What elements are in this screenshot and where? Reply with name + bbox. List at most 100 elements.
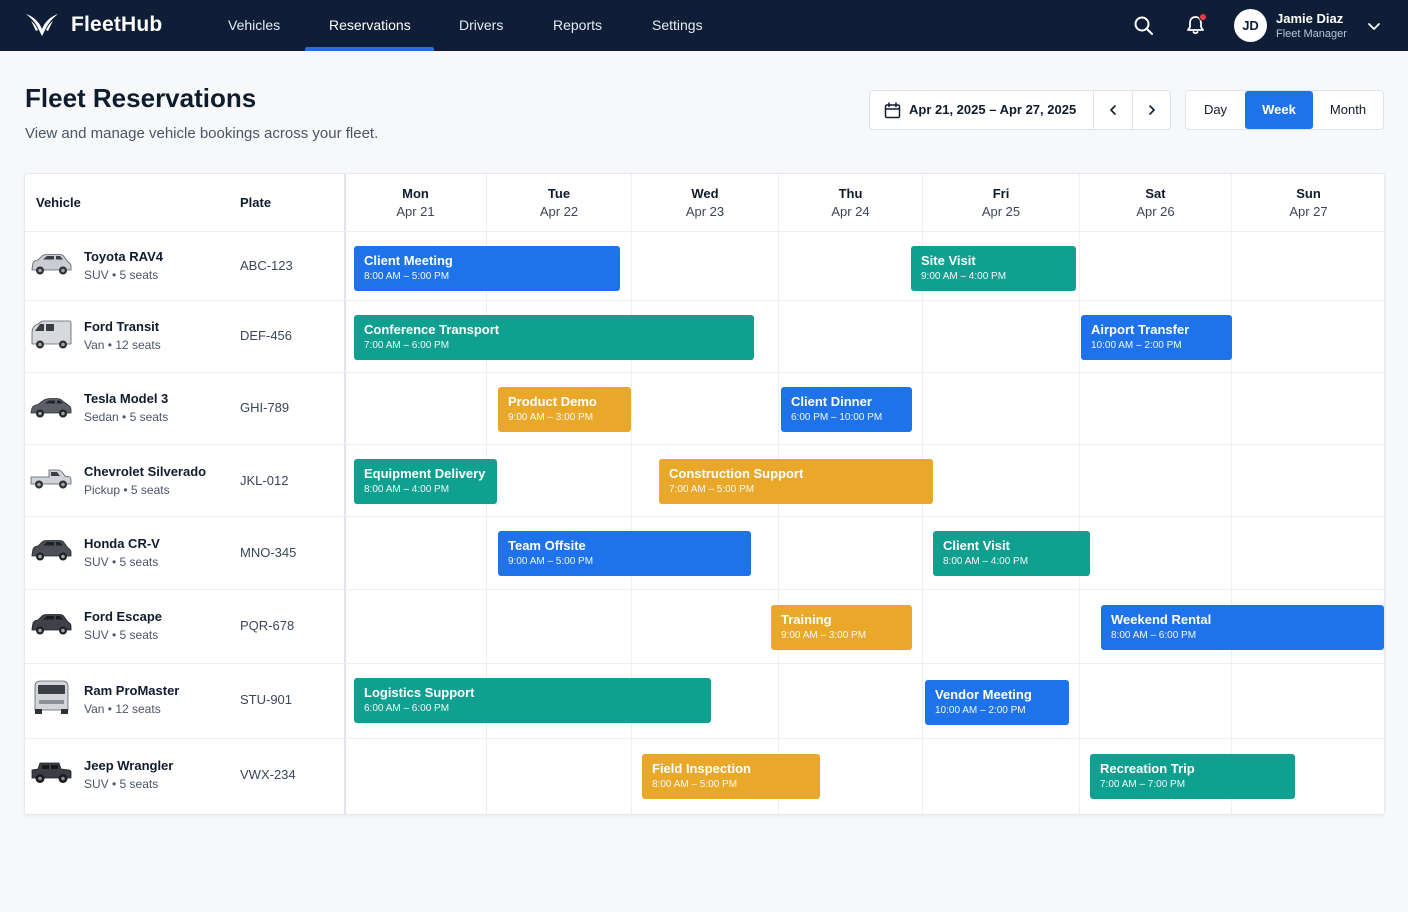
vehicle-plate: DEF-456 <box>240 328 293 343</box>
booking-block[interactable]: Client Meeting 8:00 AM – 5:00 PM <box>354 246 620 291</box>
day-date: Apr 27 <box>1289 204 1328 219</box>
vehicle-name[interactable]: Ram ProMaster <box>84 683 179 698</box>
booking-time: 7:00 AM – 5:00 PM <box>669 484 755 495</box>
booking-time: 6:00 AM – 6:00 PM <box>364 703 450 714</box>
vehicle-plate: PQR-678 <box>240 618 295 633</box>
notification-badge <box>1199 13 1207 21</box>
day-date: Apr 21 <box>396 204 435 219</box>
vehicle-name[interactable]: Toyota RAV4 <box>84 249 163 264</box>
previous-week-button[interactable] <box>1093 91 1132 129</box>
brand[interactable]: FleetHub <box>25 12 162 38</box>
suv-icon <box>31 254 72 275</box>
nav-settings[interactable]: Settings <box>652 0 703 51</box>
booking-title: Logistics Support <box>364 685 475 700</box>
booking-block[interactable]: Site Visit 9:00 AM – 4:00 PM <box>911 246 1076 291</box>
day-date: Apr 23 <box>685 204 725 219</box>
nav-reservations[interactable]: Reservations <box>329 0 411 51</box>
view-month-button[interactable]: Month <box>1313 91 1383 129</box>
date-range-picker[interactable]: Apr 21, 2025 – Apr 27, 2025 <box>869 90 1171 130</box>
column-header-plate[interactable]: Plate <box>240 195 271 210</box>
vehicle-meta: SUV • 5 seats <box>84 777 159 791</box>
booking-block[interactable]: Team Offsite 9:00 AM – 5:00 PM <box>498 531 751 576</box>
day-header: Wed Apr 23 <box>632 186 778 219</box>
day-name: Sun <box>1296 186 1321 201</box>
booking-title: Team Offsite <box>508 538 586 553</box>
chevron-down-icon[interactable] <box>1367 19 1381 33</box>
pickup-icon <box>30 469 72 489</box>
booking-block[interactable]: Airport Transfer 10:00 AM – 2:00 PM <box>1081 315 1232 360</box>
vehicle-name[interactable]: Ford Escape <box>84 609 162 624</box>
booking-block[interactable]: Logistics Support 6:00 AM – 6:00 PM <box>354 678 711 723</box>
vehicle-plate: JKL-012 <box>240 473 289 488</box>
nav-drivers[interactable]: Drivers <box>459 0 503 51</box>
grid-divider <box>25 516 1384 517</box>
avatar[interactable]: JD <box>1234 9 1267 42</box>
column-header-vehicle[interactable]: Vehicle <box>36 195 81 210</box>
day-date: Apr 24 <box>831 204 870 219</box>
booking-title: Product Demo <box>508 394 597 409</box>
view-toggle: Day Week Month <box>1185 90 1384 130</box>
booking-block[interactable]: Product Demo 9:00 AM – 3:00 PM <box>498 387 631 432</box>
date-range-label: Apr 21, 2025 – Apr 27, 2025 <box>909 102 1077 117</box>
booking-time: 9:00 AM – 4:00 PM <box>921 271 1007 282</box>
booking-block[interactable]: Field Inspection 8:00 AM – 5:00 PM <box>642 754 820 799</box>
booking-time: 6:00 PM – 10:00 PM <box>791 412 883 423</box>
vehicle-meta: Van • 12 seats <box>84 338 161 352</box>
day-header: Sun Apr 27 <box>1232 186 1385 219</box>
booking-block[interactable]: Equipment Delivery 8:00 AM – 4:00 PM <box>354 459 497 504</box>
booking-title: Weekend Rental <box>1111 612 1212 627</box>
vehicle-plate: MNO-345 <box>240 545 297 560</box>
day-date: Apr 22 <box>539 204 579 219</box>
vehicle-name[interactable]: Chevrolet Silverado <box>84 464 206 479</box>
booking-block[interactable]: Client Visit 8:00 AM – 4:00 PM <box>933 531 1090 576</box>
booking-title: Conference Transport <box>364 322 500 337</box>
search-icon[interactable] <box>1133 15 1154 36</box>
booking-block[interactable]: Conference Transport 7:00 AM – 6:00 PM <box>354 315 754 360</box>
vehicle-name[interactable]: Jeep Wrangler <box>84 758 173 773</box>
view-week-button[interactable]: Week <box>1245 91 1313 129</box>
booking-time: 8:00 AM – 6:00 PM <box>1111 630 1197 641</box>
vehicle-meta: Sedan • 5 seats <box>84 410 169 424</box>
reservations-grid: Vehicle Plate Mon Apr 21 Tue Apr 22 Wed … <box>24 173 1385 815</box>
suv-icon <box>31 614 72 635</box>
booking-block[interactable]: Construction Support 7:00 AM – 5:00 PM <box>659 459 933 504</box>
vehicle-name[interactable]: Tesla Model 3 <box>84 391 168 406</box>
booking-title: Client Dinner <box>791 394 872 409</box>
top-navigation: FleetHub Vehicles Reservations Drivers R… <box>0 0 1408 51</box>
booking-block[interactable]: Vendor Meeting 10:00 AM – 2:00 PM <box>925 680 1069 725</box>
grid-divider <box>25 589 1384 590</box>
nav-reports[interactable]: Reports <box>553 0 602 51</box>
wing-logo-icon <box>26 14 58 36</box>
day-name: Mon <box>402 186 429 201</box>
vehicle-meta: SUV • 5 seats <box>84 555 159 569</box>
calendar-icon <box>884 102 901 119</box>
booking-block[interactable]: Recreation Trip 7:00 AM – 7:00 PM <box>1090 754 1295 799</box>
vehicle-name[interactable]: Honda CR-V <box>84 536 160 551</box>
vehicle-plate: STU-901 <box>240 692 293 707</box>
vehicle-name[interactable]: Ford Transit <box>84 319 159 334</box>
booking-block[interactable]: Client Dinner 6:00 PM – 10:00 PM <box>781 387 912 432</box>
vehicle-meta: Pickup • 5 seats <box>84 483 170 497</box>
view-day-button[interactable]: Day <box>1186 91 1245 129</box>
grid-divider <box>25 444 1384 445</box>
day-name: Sat <box>1145 186 1166 201</box>
grid-divider <box>25 738 1384 739</box>
day-header: Tue Apr 22 <box>487 186 631 219</box>
booking-time: 9:00 AM – 5:00 PM <box>508 556 594 567</box>
day-header: Fri Apr 25 <box>923 186 1079 219</box>
nav-vehicles[interactable]: Vehicles <box>228 0 280 51</box>
sedan-icon <box>30 398 72 418</box>
day-name: Wed <box>691 186 719 201</box>
user-name[interactable]: Jamie Diaz <box>1276 11 1343 26</box>
booking-time: 10:00 AM – 2:00 PM <box>1091 340 1182 351</box>
next-week-button[interactable] <box>1132 91 1171 129</box>
vehicle-meta: Van • 12 seats <box>84 702 161 716</box>
booking-block[interactable]: Training 9:00 AM – 3:00 PM <box>771 605 912 650</box>
van-icon <box>31 320 72 349</box>
vehicle-plate: GHI-789 <box>240 400 290 415</box>
grid-divider <box>25 372 1384 373</box>
grid-divider <box>25 663 1384 664</box>
booking-block[interactable]: Weekend Rental 8:00 AM – 6:00 PM <box>1101 605 1384 650</box>
day-header: Thu Apr 24 <box>779 186 922 219</box>
grid-divider <box>25 300 1384 301</box>
